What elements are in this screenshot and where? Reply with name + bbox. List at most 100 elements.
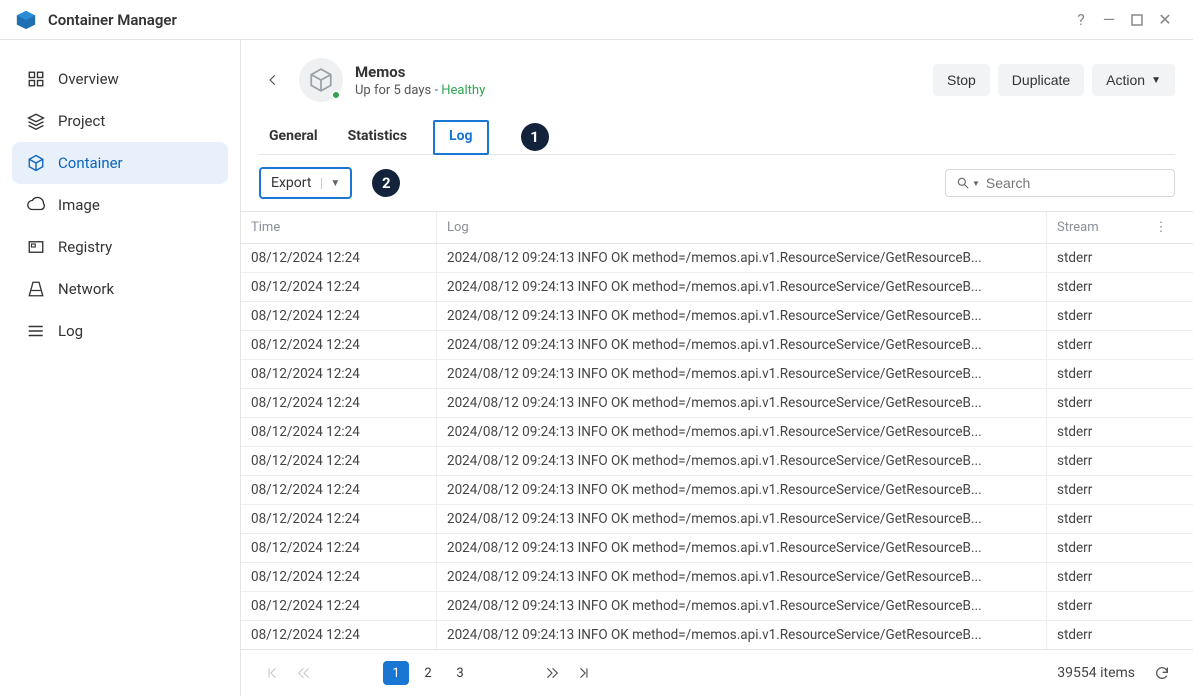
cell-time: 08/12/2024 12:24	[241, 331, 437, 359]
cell-time: 08/12/2024 12:24	[241, 389, 437, 417]
search-icon[interactable]: ▼	[956, 176, 980, 190]
container-name: Memos	[355, 63, 485, 81]
close-button[interactable]: ✕	[1151, 6, 1179, 34]
search-dropdown-icon[interactable]: ▼	[972, 179, 980, 188]
duplicate-button[interactable]: Duplicate	[998, 64, 1084, 96]
cell-stream: stderr	[1047, 389, 1147, 417]
table-row[interactable]: 08/12/2024 12:242024/08/12 09:24:13 INFO…	[241, 447, 1193, 476]
cell-log: 2024/08/12 09:24:13 INFO OK method=/memo…	[437, 505, 1047, 533]
table-row[interactable]: 08/12/2024 12:242024/08/12 09:24:13 INFO…	[241, 389, 1193, 418]
table-row[interactable]: 08/12/2024 12:242024/08/12 09:24:13 INFO…	[241, 505, 1193, 534]
table-row[interactable]: 08/12/2024 12:242024/08/12 09:24:13 INFO…	[241, 244, 1193, 273]
content-pane: Memos Up for 5 days - Healthy Stop Dupli…	[240, 40, 1193, 696]
cell-stream: stderr	[1047, 418, 1147, 446]
cell-time: 08/12/2024 12:24	[241, 534, 437, 562]
sidebar-item-project[interactable]: Project	[12, 100, 228, 142]
cell-stream: stderr	[1047, 476, 1147, 504]
cell-time: 08/12/2024 12:24	[241, 621, 437, 649]
table-row[interactable]: 08/12/2024 12:242024/08/12 09:24:13 INFO…	[241, 331, 1193, 360]
sidebar-item-label: Log	[58, 322, 83, 340]
table-row[interactable]: 08/12/2024 12:242024/08/12 09:24:13 INFO…	[241, 592, 1193, 621]
app-title: Container Manager	[48, 11, 177, 29]
action-menu-button[interactable]: Action ▼	[1092, 64, 1175, 96]
maximize-button[interactable]	[1123, 6, 1151, 34]
app-logo-icon	[14, 8, 38, 32]
table-row[interactable]: 08/12/2024 12:242024/08/12 09:24:13 INFO…	[241, 302, 1193, 331]
cell-time: 08/12/2024 12:24	[241, 592, 437, 620]
col-header-more[interactable]: ⋮	[1147, 212, 1175, 243]
cell-log: 2024/08/12 09:24:13 INFO OK method=/memo…	[437, 302, 1047, 330]
col-header-log[interactable]: Log	[437, 212, 1047, 243]
help-button[interactable]: ?	[1067, 6, 1095, 34]
tabs: GeneralStatisticsLog1	[259, 120, 1175, 155]
pager-next-button[interactable]	[539, 660, 565, 686]
cell-stream: stderr	[1047, 592, 1147, 620]
cell-stream: stderr	[1047, 505, 1147, 533]
chevron-down-icon: ▼	[321, 178, 340, 189]
cell-time: 08/12/2024 12:24	[241, 273, 437, 301]
cell-log: 2024/08/12 09:24:13 INFO OK method=/memo…	[437, 476, 1047, 504]
sidebar-item-image[interactable]: Image	[12, 184, 228, 226]
cell-time: 08/12/2024 12:24	[241, 302, 437, 330]
table-row[interactable]: 08/12/2024 12:242024/08/12 09:24:13 INFO…	[241, 418, 1193, 447]
col-header-stream[interactable]: Stream	[1047, 212, 1147, 243]
registry-icon	[26, 237, 46, 257]
cell-time: 08/12/2024 12:24	[241, 505, 437, 533]
search-box[interactable]: ▼	[945, 169, 1175, 197]
pager: 123 39554 items	[241, 649, 1193, 696]
table-row[interactable]: 08/12/2024 12:242024/08/12 09:24:13 INFO…	[241, 273, 1193, 302]
sidebar-item-registry[interactable]: Registry	[12, 226, 228, 268]
table-row[interactable]: 08/12/2024 12:242024/08/12 09:24:13 INFO…	[241, 621, 1193, 649]
annotation-badge-2: 2	[372, 169, 400, 197]
refresh-button[interactable]	[1149, 660, 1175, 686]
cell-stream: stderr	[1047, 273, 1147, 301]
table-row[interactable]: 08/12/2024 12:242024/08/12 09:24:13 INFO…	[241, 534, 1193, 563]
cell-log: 2024/08/12 09:24:13 INFO OK method=/memo…	[437, 447, 1047, 475]
sidebar-item-label: Container	[58, 154, 123, 172]
cell-stream: stderr	[1047, 534, 1147, 562]
cell-log: 2024/08/12 09:24:13 INFO OK method=/memo…	[437, 563, 1047, 591]
sidebar-item-label: Registry	[58, 238, 112, 256]
tab-log[interactable]: Log	[433, 120, 488, 155]
export-label: Export	[271, 175, 311, 191]
cell-log: 2024/08/12 09:24:13 INFO OK method=/memo…	[437, 418, 1047, 446]
export-button[interactable]: Export ▼	[259, 167, 352, 199]
tab-general[interactable]: General	[265, 120, 322, 154]
cell-stream: stderr	[1047, 302, 1147, 330]
cell-stream: stderr	[1047, 244, 1147, 272]
table-row[interactable]: 08/12/2024 12:242024/08/12 09:24:13 INFO…	[241, 563, 1193, 592]
project-icon	[26, 111, 46, 131]
items-count: 39554 items	[1057, 665, 1135, 681]
container-icon	[299, 58, 343, 102]
table-body[interactable]: 08/12/2024 12:242024/08/12 09:24:13 INFO…	[241, 244, 1193, 649]
back-button[interactable]	[259, 66, 287, 94]
sidebar-item-overview[interactable]: Overview	[12, 58, 228, 100]
search-input[interactable]	[986, 175, 1167, 191]
cell-time: 08/12/2024 12:24	[241, 563, 437, 591]
cell-time: 08/12/2024 12:24	[241, 447, 437, 475]
chevron-down-icon: ▼	[1151, 75, 1161, 86]
sidebar-item-label: Network	[58, 280, 114, 298]
sidebar-item-label: Overview	[58, 70, 119, 88]
log-icon	[26, 321, 46, 341]
stop-button[interactable]: Stop	[933, 64, 990, 96]
cell-log: 2024/08/12 09:24:13 INFO OK method=/memo…	[437, 244, 1047, 272]
cell-log: 2024/08/12 09:24:13 INFO OK method=/memo…	[437, 331, 1047, 359]
sidebar-item-container[interactable]: Container	[12, 142, 228, 184]
pager-first-button[interactable]	[259, 660, 285, 686]
uptime-text: Up for 5 days -	[355, 83, 441, 98]
pager-last-button[interactable]	[571, 660, 597, 686]
tab-statistics[interactable]: Statistics	[344, 120, 411, 154]
pager-prev-button[interactable]	[291, 660, 317, 686]
pager-page-3[interactable]: 3	[447, 661, 473, 685]
minimize-button[interactable]: —	[1095, 6, 1123, 34]
sidebar-item-network[interactable]: Network	[12, 268, 228, 310]
sidebar-item-log[interactable]: Log	[12, 310, 228, 352]
pager-page-2[interactable]: 2	[415, 661, 441, 685]
col-header-time[interactable]: Time	[241, 212, 437, 243]
cell-log: 2024/08/12 09:24:13 INFO OK method=/memo…	[437, 621, 1047, 649]
table-header: Time Log Stream ⋮	[241, 211, 1193, 244]
table-row[interactable]: 08/12/2024 12:242024/08/12 09:24:13 INFO…	[241, 476, 1193, 505]
table-row[interactable]: 08/12/2024 12:242024/08/12 09:24:13 INFO…	[241, 360, 1193, 389]
pager-page-1[interactable]: 1	[383, 661, 409, 685]
